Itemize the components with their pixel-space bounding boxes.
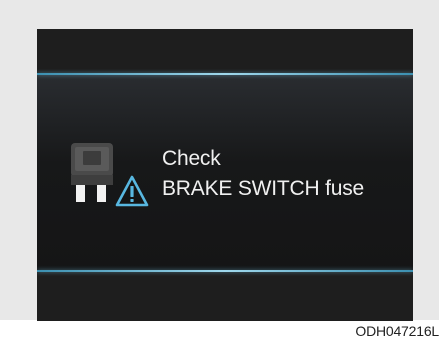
warning-message: Check BRAKE SWITCH fuse [162,144,364,204]
top-accent-line [37,73,413,75]
cluster-display: Check BRAKE SWITCH fuse [37,29,413,321]
message-line-check: Check [162,147,221,170]
message-line-fuse: BRAKE SWITCH fuse [162,177,364,200]
figure-frame: Check BRAKE SWITCH fuse [0,0,439,321]
figure-code: ODH047216L [355,323,439,339]
warning-triangle-icon [115,175,149,207]
bottom-accent-line [37,270,413,272]
fuse-icon [71,143,113,202]
